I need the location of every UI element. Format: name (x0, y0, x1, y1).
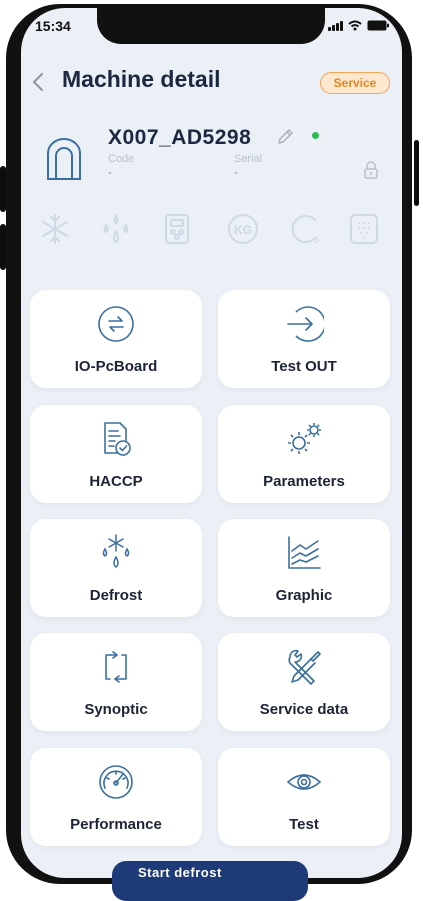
shower-icon (350, 214, 378, 244)
tile-service-data[interactable]: Service data (218, 633, 390, 731)
droplets-icon (103, 214, 129, 244)
svg-text:3: 3 (313, 235, 318, 245)
serial-label: Serial (234, 153, 263, 165)
tile-label: Synoptic (84, 701, 148, 718)
tile-label: Defrost (89, 587, 143, 604)
snowflake-drops-icon (102, 534, 130, 568)
battery-icon (367, 20, 389, 31)
tile-graphic[interactable]: Graphic (218, 519, 390, 617)
gauge-icon (99, 765, 133, 799)
arrow-circle-right-icon (287, 306, 324, 342)
svg-text:KG: KG (234, 223, 252, 237)
tools-icon (288, 649, 321, 685)
tile-label: Performance (70, 816, 162, 833)
eye-icon (286, 774, 322, 790)
service-badge: Service (320, 72, 390, 94)
status-icons (328, 20, 389, 31)
power-button (414, 140, 419, 206)
tile-synoptic[interactable]: Synoptic (30, 633, 202, 731)
start-defrost-label: Start defrost (138, 865, 222, 880)
device-icon (165, 214, 189, 244)
gears-icon (288, 423, 321, 454)
status-time: 15:34 (35, 18, 71, 34)
tile-label: Parameters (263, 473, 345, 490)
back-chevron-icon[interactable] (28, 68, 48, 96)
tile-parameters[interactable]: Parameters (218, 405, 390, 503)
code-value: - (108, 167, 112, 179)
serial-value: - (234, 167, 238, 179)
arrows-exchange-icon (98, 306, 134, 342)
tile-label: Service data (259, 701, 349, 718)
tile-label: Test OUT (271, 358, 337, 375)
kg-weight-icon: KG (228, 214, 258, 244)
tile-haccp[interactable]: HACCP (30, 405, 202, 503)
wifi-icon (348, 20, 362, 31)
tile-io-pcboard[interactable]: IO-PcBoard (30, 290, 202, 388)
tile-label: IO-PcBoard (74, 358, 158, 375)
machine-name: X007_AD5298 (108, 126, 252, 149)
document-check-icon (104, 422, 131, 456)
page-title: Machine detail (62, 66, 221, 92)
notch (97, 8, 325, 44)
tile-label: Graphic (275, 587, 333, 604)
tile-defrost[interactable]: Defrost (30, 519, 202, 617)
tile-test-out[interactable]: Test OUT (218, 290, 390, 388)
signal-icon (328, 21, 343, 31)
tile-label: HACCP (89, 473, 143, 490)
online-status-dot (312, 132, 319, 139)
lock-icon[interactable] (363, 160, 379, 180)
tile-performance[interactable]: Performance (30, 748, 202, 846)
refresh-square-icon (105, 651, 127, 683)
start-defrost-button[interactable]: Start defrost (112, 861, 308, 901)
line-chart-icon (288, 536, 321, 569)
edit-pencil-icon[interactable] (276, 128, 294, 146)
code-label: Code (108, 153, 135, 165)
cycle-3-icon: 3 (291, 215, 319, 245)
tile-label: Test (289, 816, 319, 833)
tile-test[interactable]: Test (218, 748, 390, 846)
cabinet-icon (47, 138, 81, 180)
snowflake-icon (42, 214, 68, 244)
